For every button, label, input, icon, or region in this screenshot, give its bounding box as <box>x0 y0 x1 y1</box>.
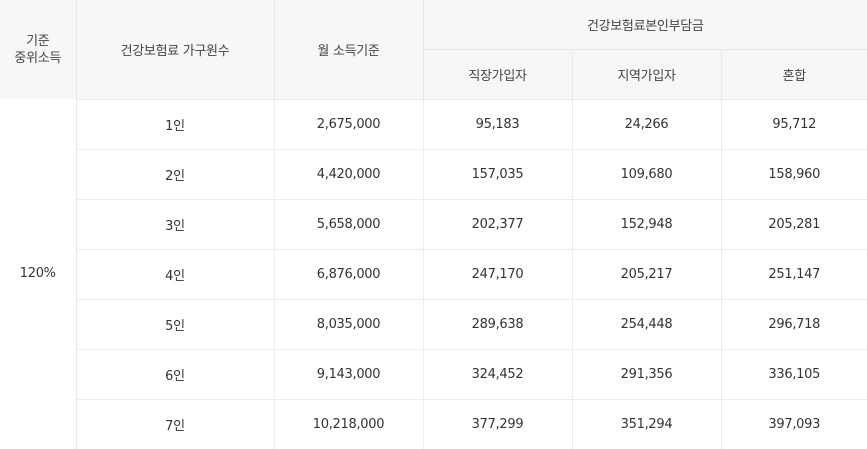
cell-mixed: 205,281 <box>720 198 867 249</box>
table-row: 6인 9,143,000 324,452 291,356 336,105 <box>0 348 867 399</box>
cell-members: 1인 <box>75 98 274 149</box>
cell-members: 4인 <box>75 248 274 299</box>
cell-mixed: 397,093 <box>720 398 867 449</box>
cell-regional: 109,680 <box>571 148 721 199</box>
cell-employee: 157,035 <box>422 148 572 199</box>
header-median-income: 기준 중위소득 <box>0 0 76 99</box>
cell-members: 3인 <box>75 198 274 249</box>
median-income-ratio: 120% <box>19 266 56 282</box>
cell-regional: 351,294 <box>571 398 721 449</box>
header-mixed: 혼합 <box>720 49 867 99</box>
cell-mixed: 336,105 <box>720 348 867 399</box>
table-row: 7인 10,218,000 377,299 351,294 397,093 <box>0 398 867 449</box>
cell-employee: 202,377 <box>422 198 572 249</box>
cell-members: 5인 <box>75 298 274 349</box>
cell-mixed: 251,147 <box>720 248 867 299</box>
table-row: 4인 6,876,000 247,170 205,217 251,147 <box>0 248 867 299</box>
header-regional: 지역가입자 <box>571 49 721 99</box>
cell-employee: 289,638 <box>422 298 572 349</box>
header-employee: 직장가입자 <box>422 49 572 99</box>
cell-income: 6,876,000 <box>273 248 423 299</box>
cell-income: 4,420,000 <box>273 148 423 199</box>
table-row: 2인 4,420,000 157,035 109,680 158,960 <box>0 148 867 199</box>
cell-mixed: 95,712 <box>720 98 867 149</box>
header-median-income-line2: 중위소득 <box>14 50 62 66</box>
header-premium-group: 건강보험료본인부담금 <box>422 0 867 50</box>
header-median-income-line1: 기준 <box>26 33 50 49</box>
cell-employee: 324,452 <box>422 348 572 399</box>
health-insurance-table: 기준 중위소득 건강보험료 가구원수 월 소득기준 건강보험료본인부담금 직장가… <box>0 0 867 449</box>
cell-income: 10,218,000 <box>273 398 423 449</box>
cell-members: 2인 <box>75 148 274 199</box>
table-row: 5인 8,035,000 289,638 254,448 296,718 <box>0 298 867 349</box>
cell-regional: 254,448 <box>571 298 721 349</box>
cell-employee: 377,299 <box>422 398 572 449</box>
cell-employee: 95,183 <box>422 98 572 149</box>
cell-employee: 247,170 <box>422 248 572 299</box>
cell-members: 7인 <box>75 398 274 449</box>
cell-regional: 152,948 <box>571 198 721 249</box>
cell-income: 8,035,000 <box>273 298 423 349</box>
cell-income: 9,143,000 <box>273 348 423 399</box>
cell-income: 5,658,000 <box>273 198 423 249</box>
cell-regional: 205,217 <box>571 248 721 299</box>
table-header: 기준 중위소득 건강보험료 가구원수 월 소득기준 건강보험료본인부담금 직장가… <box>0 0 867 99</box>
header-household-members: 건강보험료 가구원수 <box>75 0 274 99</box>
header-monthly-income: 월 소득기준 <box>273 0 423 99</box>
cell-regional: 291,356 <box>571 348 721 399</box>
table-row: 3인 5,658,000 202,377 152,948 205,281 <box>0 198 867 249</box>
table-row: 120% 1인 2,675,000 95,183 24,266 95,712 <box>0 98 867 281</box>
cell-mixed: 158,960 <box>720 148 867 199</box>
cell-mixed: 296,718 <box>720 298 867 349</box>
cell-regional: 24,266 <box>571 98 721 149</box>
table-body: 120% 1인 2,675,000 95,183 24,266 95,712 2… <box>0 98 867 449</box>
cell-income: 2,675,000 <box>273 98 423 149</box>
cell-members: 6인 <box>75 348 274 399</box>
